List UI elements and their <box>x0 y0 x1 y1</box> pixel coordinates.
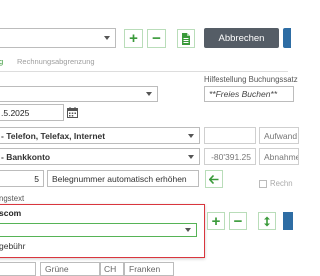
add-button[interactable]: + <box>124 29 143 48</box>
sort-button[interactable] <box>258 212 276 230</box>
date-value: .5.2025 <box>1 108 30 118</box>
debit-account-value: - Telefon, Telefax, Internet <box>1 131 106 141</box>
bottom-field-3-value: CH <box>104 264 117 274</box>
bottom-field-3[interactable]: CH <box>100 262 124 276</box>
chevron-down-icon <box>188 133 194 138</box>
tab-rechnungsabgrenzung[interactable]: Rechnungsabgrenzung <box>17 57 95 66</box>
top-select[interactable] <box>0 86 158 102</box>
back-arrow-button[interactable] <box>205 170 223 188</box>
debit-amount-field[interactable] <box>204 127 256 144</box>
bottom-field-2[interactable]: Grüne <box>40 262 100 276</box>
bottom-field-4-value: Franken <box>129 264 161 274</box>
document-icon <box>182 32 190 45</box>
bottom-field-2-value: Grüne <box>45 264 69 274</box>
remove-text-button[interactable]: − <box>229 212 247 230</box>
add-text-button[interactable]: + <box>207 212 225 230</box>
plus-icon: + <box>211 212 221 230</box>
invoice-checkbox-label: Rechn <box>270 179 293 188</box>
booking-helper-select[interactable]: **Freies Buchen** <box>204 86 294 102</box>
up-down-arrow-icon <box>264 216 270 226</box>
booking-text-value[interactable]: scom <box>0 208 195 220</box>
booking-text-label: ngstext <box>0 194 25 203</box>
chevron-down-icon <box>104 36 110 40</box>
plus-icon: + <box>129 30 138 47</box>
edit-button[interactable] <box>283 212 293 230</box>
bottom-field-4[interactable]: Franken <box>124 262 174 276</box>
document-number-auto-label: Belegnummer automatisch erhöhen <box>52 174 187 184</box>
tab-label: g <box>0 57 4 66</box>
credit-account-select[interactable]: - Bankkonto <box>0 148 200 165</box>
minus-icon: − <box>233 212 243 230</box>
document-button[interactable] <box>177 29 195 48</box>
tab-buchung[interactable]: g <box>0 57 3 66</box>
document-number-value: 5 <box>34 174 39 184</box>
debit-direction-field[interactable]: Aufwand <box>259 127 299 144</box>
remove-button[interactable]: − <box>147 29 166 48</box>
document-number-field[interactable]: 5 <box>0 170 44 187</box>
credit-direction-value: Abnahme <box>264 152 299 162</box>
credit-direction-field[interactable]: Abnahme <box>259 148 299 165</box>
credit-account-value: - Bankkonto <box>1 152 51 162</box>
cancel-button-label: Abbrechen <box>218 32 265 44</box>
invoice-checkbox[interactable] <box>259 180 267 188</box>
document-number-auto-toggle[interactable]: Belegnummer automatisch erhöhen <box>47 170 199 187</box>
tab-divider <box>0 71 288 72</box>
chevron-down-icon <box>185 228 191 232</box>
date-field[interactable]: .5.2025 <box>0 104 64 121</box>
arrow-left-icon <box>209 174 219 184</box>
calendar-button[interactable] <box>64 104 81 121</box>
account-selector[interactable] <box>0 28 116 48</box>
bottom-field-1[interactable] <box>0 262 36 276</box>
debit-account-select[interactable]: - Telefon, Telefax, Internet <box>0 127 200 144</box>
save-button[interactable] <box>283 28 291 48</box>
chevron-down-icon <box>188 154 194 159</box>
booking-helper-value: **Freies Buchen** <box>209 89 278 99</box>
credit-amount-value: -80'391.25 <box>211 152 251 162</box>
booking-helper-label: Hilfestellung Buchungssatz <box>204 75 298 84</box>
credit-amount-field[interactable]: -80'391.25 <box>204 148 256 165</box>
debit-direction-value: Aufwand <box>264 131 298 141</box>
booking-text-search-input[interactable] <box>0 223 197 237</box>
cancel-button[interactable]: Abbrechen <box>204 28 279 48</box>
calendar-icon <box>67 107 78 118</box>
tab-label: Rechnungsabgrenzung <box>17 57 95 66</box>
minus-icon: − <box>152 30 161 47</box>
dropdown-option[interactable]: gebühr <box>0 241 195 253</box>
chevron-down-icon <box>146 92 152 96</box>
